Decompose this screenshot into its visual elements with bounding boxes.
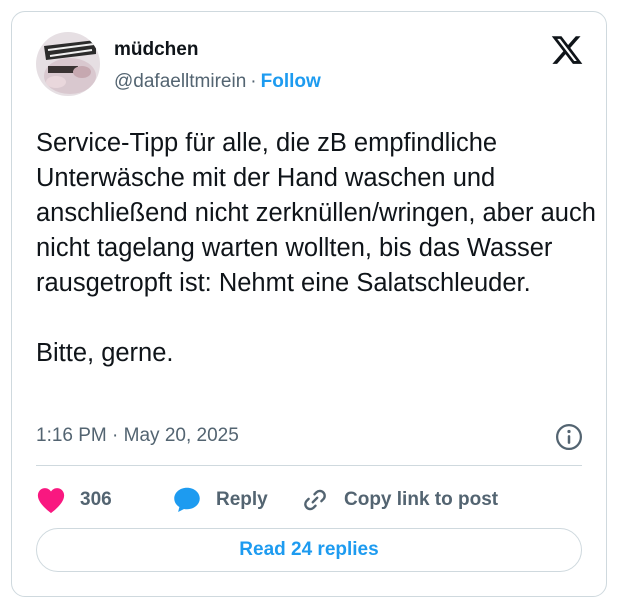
time-separator: · [112,425,119,446]
info-icon[interactable] [554,422,584,452]
x-logo-icon[interactable] [550,33,584,67]
like-button[interactable]: 306 [36,484,112,516]
author-handle[interactable]: @dafaelltmirein [114,71,246,92]
reply-label: Reply [216,489,268,510]
tweet-timestamp[interactable]: 1:16 PM · May 20, 2025 [36,425,239,447]
read-replies-label: Read 24 replies [239,539,379,560]
copy-link-label: Copy link to post [344,489,499,510]
author-handle-row: @dafaelltmirein · Follow [114,71,321,93]
author-display-name[interactable]: müdchen [114,39,198,61]
reply-button[interactable]: Reply [172,484,268,516]
avatar[interactable] [36,32,100,96]
handle-separator: · [250,71,257,92]
tweet-text: Service-Tipp für alle, die zB empfindlic… [36,129,596,367]
heart-icon [37,488,65,514]
read-replies-button[interactable]: Read 24 replies [36,528,582,572]
like-count: 306 [80,489,112,510]
speech-bubble-icon [174,487,200,512]
follow-button[interactable]: Follow [261,71,321,92]
divider [36,465,582,466]
link-icon [304,489,326,511]
copy-link-button[interactable]: Copy link to post [300,484,498,516]
tweet-date[interactable]: May 20, 2025 [124,425,239,446]
tweet-time[interactable]: 1:16 PM [36,425,107,446]
tweet-card: müdchen @dafaelltmirein · Follow Service-T… [11,11,607,597]
